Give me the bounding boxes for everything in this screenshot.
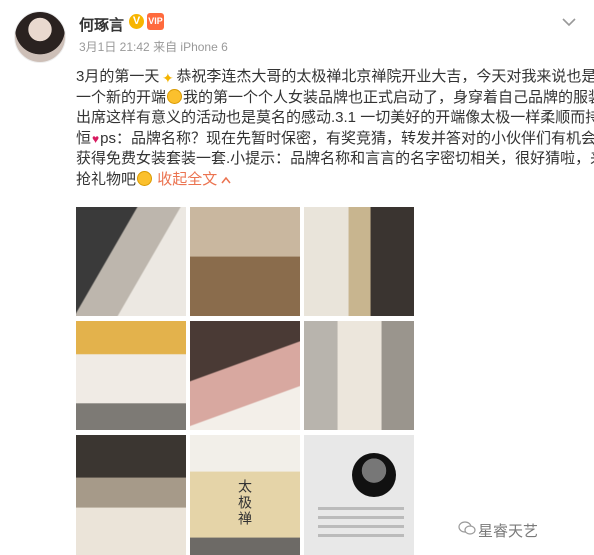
photo-thumbnail[interactable]	[76, 207, 186, 316]
collapse-link[interactable]: 收起全文	[157, 171, 231, 188]
avatar[interactable]	[14, 11, 66, 63]
heart-icon: ♥	[92, 131, 100, 146]
member-badge-icon[interactable]: VIP	[147, 13, 164, 30]
photo-thumbnail[interactable]	[76, 435, 186, 555]
post-line: 恒♥ps：品牌名称？现在先暂时保密，有奖竞猜，转发并答对的小伙伴们有机会	[76, 129, 594, 147]
post-meta: 3月1日 21:42 来自 iPhone 6	[79, 38, 228, 55]
post-body: 3月的第一天 ✦ 恭祝李连杰大哥的太极禅北京禅院开业大吉，今天对我来说也是 一个新的…	[76, 67, 594, 191]
chevron-up-icon	[221, 176, 231, 183]
post-line: 出席这样有意义的活动也是莫名的感动.3.1 一切美好的开端像太极一样柔顺而持	[76, 109, 594, 126]
post-line: 抢礼物吧 收起全文	[76, 170, 586, 191]
post-source: 来自 iPhone 6	[153, 40, 228, 54]
post-header: 何琢言 V VIP 3月1日 21:42 来自 iPhone 6	[0, 0, 594, 66]
wechat-icon	[458, 521, 476, 535]
grin-emoji-icon	[137, 170, 153, 186]
portrait-image	[352, 453, 396, 497]
watermark-text: 星睿天艺	[478, 523, 539, 540]
photo-thumbnail[interactable]	[76, 321, 186, 430]
photo-thumbnail[interactable]	[304, 435, 414, 555]
post-line: 获得免费女装套装一套.小提示：品牌名称和言言的名字密切相关，很好猜啦，来	[76, 150, 594, 167]
post-line: 一个新的开端 我的第一个个人女装品牌也正式启动了，身穿着自己品牌的服装	[76, 88, 594, 106]
photo-thumbnail[interactable]	[190, 207, 300, 316]
photo-thumbnail[interactable]	[304, 321, 414, 430]
chevron-down-icon[interactable]	[561, 14, 577, 30]
photo-grid: 太极禅	[76, 207, 418, 555]
author-name[interactable]: 何琢言	[79, 14, 124, 35]
lantern-text: 太极禅	[236, 479, 252, 527]
verified-badge-icon: V	[129, 14, 144, 29]
post-line: 3月的第一天 ✦ 恭祝李连杰大哥的太极禅北京禅院开业大吉，今天对我来说也是	[76, 68, 594, 86]
photo-thumbnail[interactable]	[190, 321, 300, 430]
smile-emoji-icon	[167, 88, 183, 104]
post-time[interactable]: 3月1日 21:42	[79, 40, 150, 54]
caption-lines	[318, 507, 404, 543]
photo-thumbnail[interactable]: 太极禅	[190, 435, 300, 555]
sparkle-icon: ✦	[161, 70, 174, 86]
photo-thumbnail[interactable]	[304, 207, 414, 316]
